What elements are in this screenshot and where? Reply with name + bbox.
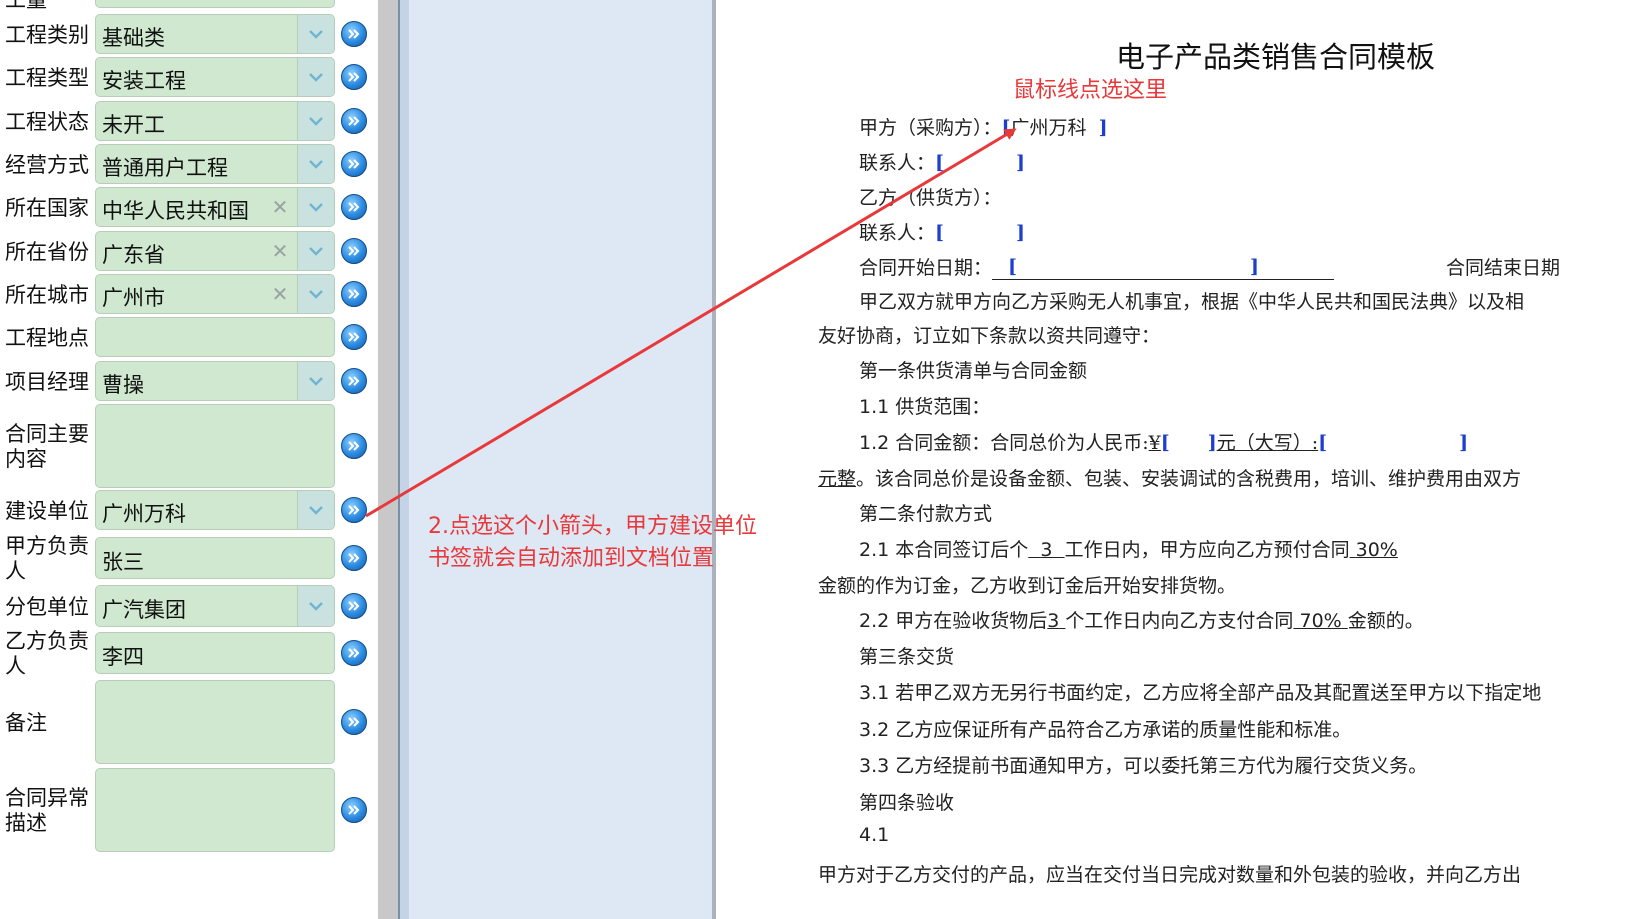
annotation-arrow — [365, 128, 1017, 518]
arrow-line — [365, 128, 1017, 518]
